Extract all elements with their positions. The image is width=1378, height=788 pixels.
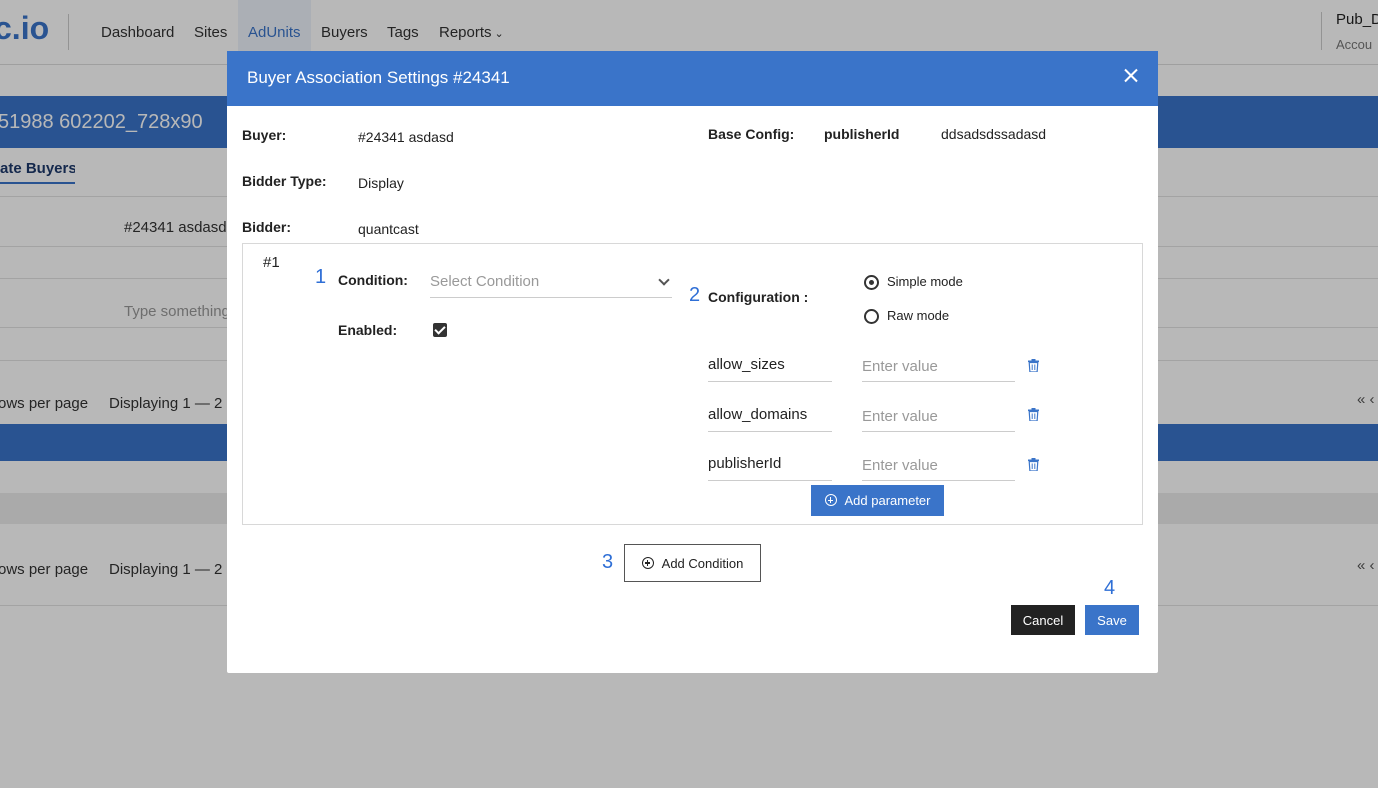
base-config-label: Base Config:: [708, 126, 795, 142]
simple-mode-radio[interactable]: Simple mode: [864, 274, 963, 291]
buyer-association-modal: Buyer Association Settings #24341 Buyer:…: [227, 51, 1158, 673]
enabled-checkbox[interactable]: [433, 323, 447, 337]
bidder-type-value: Display: [358, 175, 404, 191]
condition-block: #1 1 Condition: Select Condition Enabled…: [242, 243, 1143, 525]
base-config-value: ddsadsdssadasd: [941, 126, 1047, 142]
step-marker-1: 1: [315, 266, 327, 288]
simple-mode-label: Simple mode: [887, 274, 963, 289]
buyer-value: #24341 asdasd: [358, 129, 454, 145]
bidder-type-label: Bidder Type:: [242, 173, 327, 189]
enabled-label: Enabled:: [338, 322, 398, 338]
add-parameter-button[interactable]: Add parameter: [811, 485, 944, 516]
bidder-label: Bidder:: [242, 219, 291, 235]
add-condition-button[interactable]: Add Condition: [624, 544, 761, 582]
modal-header: Buyer Association Settings #24341: [227, 51, 1158, 106]
condition-label: Condition:: [338, 272, 408, 288]
param-name-publisher-id: publisherId: [708, 449, 832, 481]
plus-circle-icon: [824, 494, 837, 506]
trash-icon[interactable]: [1028, 359, 1039, 372]
raw-mode-radio[interactable]: Raw mode: [864, 308, 950, 325]
save-button[interactable]: Save: [1085, 605, 1139, 635]
cancel-button[interactable]: Cancel: [1011, 605, 1075, 635]
configuration-label: Configuration :: [708, 289, 809, 305]
condition-select[interactable]: Select Condition: [430, 264, 672, 298]
condition-index: #1: [263, 254, 280, 271]
param-value-allow-sizes[interactable]: [862, 350, 1015, 382]
param-value-allow-domains[interactable]: [862, 400, 1015, 432]
step-marker-4: 4: [1104, 577, 1116, 599]
condition-select-placeholder: Select Condition: [430, 273, 540, 290]
radio-selected-icon: [864, 275, 879, 291]
step-marker-3: 3: [602, 551, 614, 573]
step-marker-2: 2: [689, 284, 701, 306]
param-name-allow-sizes: allow_sizes: [708, 350, 832, 382]
trash-icon[interactable]: [1028, 458, 1039, 471]
bidder-value: quantcast: [358, 221, 419, 237]
raw-mode-label: Raw mode: [887, 308, 950, 323]
close-icon[interactable]: [1120, 65, 1142, 87]
add-parameter-label: Add parameter: [844, 493, 931, 508]
trash-icon[interactable]: [1028, 408, 1039, 421]
radio-unselected-icon: [864, 309, 879, 325]
base-config-key: publisherId: [824, 126, 900, 142]
chevron-down-icon: [658, 274, 670, 286]
add-condition-label: Add Condition: [661, 555, 744, 571]
buyer-label: Buyer:: [242, 127, 287, 143]
param-name-allow-domains: allow_domains: [708, 400, 832, 432]
param-value-publisher-id[interactable]: [862, 449, 1015, 481]
plus-circle-icon: [641, 556, 654, 569]
modal-title: Buyer Association Settings #24341: [247, 68, 510, 87]
